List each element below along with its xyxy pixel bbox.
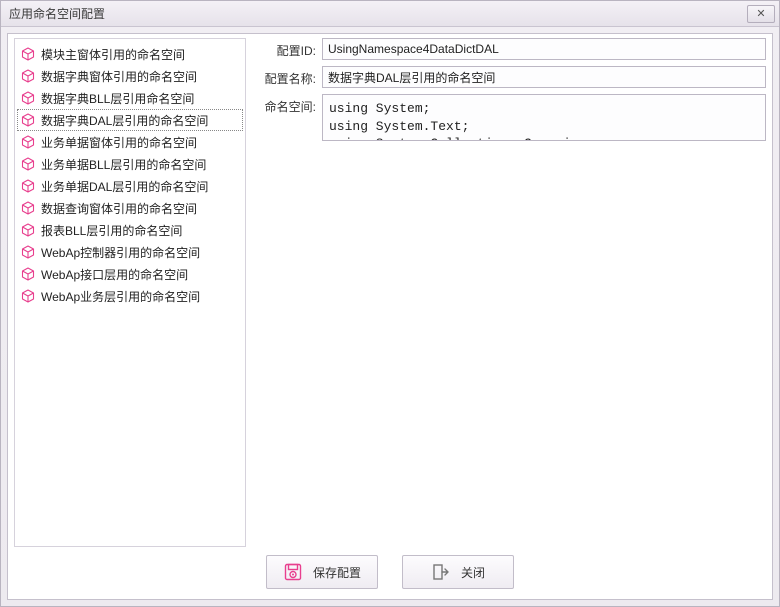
- exit-icon: [431, 562, 451, 582]
- namespace-list[interactable]: 模块主窗体引用的命名空间数据字典窗体引用的命名空间数据字典BLL层引用命名空间数…: [14, 38, 246, 547]
- row-config-id: 配置ID:: [256, 38, 766, 60]
- list-item[interactable]: 业务单据窗体引用的命名空间: [17, 131, 243, 153]
- cube-icon: [21, 113, 35, 127]
- label-namespace: 命名空间:: [256, 94, 316, 115]
- list-item[interactable]: WebAp控制器引用的命名空间: [17, 241, 243, 263]
- list-item-label: 数据字典窗体引用的命名空间: [41, 68, 197, 85]
- list-item-label: 业务单据窗体引用的命名空间: [41, 134, 197, 151]
- window-close-button[interactable]: ✕: [747, 5, 775, 23]
- list-item-label: WebAp业务层引用的命名空间: [41, 288, 200, 305]
- row-namespace: 命名空间:: [256, 94, 766, 547]
- list-item[interactable]: 数据查询窗体引用的命名空间: [17, 197, 243, 219]
- titlebar: 应用命名空间配置 ✕: [1, 1, 779, 27]
- cube-icon: [21, 91, 35, 105]
- list-item-label: 报表BLL层引用的命名空间: [41, 222, 182, 239]
- list-item-label: 业务单据BLL层引用的命名空间: [41, 156, 206, 173]
- label-config-id: 配置ID:: [256, 38, 316, 59]
- save-icon: [283, 562, 303, 582]
- list-item-label: WebAp控制器引用的命名空间: [41, 244, 200, 261]
- cube-icon: [21, 289, 35, 303]
- cube-icon: [21, 201, 35, 215]
- detail-form: 配置ID: 配置名称: 命名空间:: [256, 38, 766, 547]
- label-config-name: 配置名称:: [256, 66, 316, 87]
- button-bar: 保存配置 关闭: [14, 547, 766, 593]
- cube-icon: [21, 69, 35, 83]
- list-item[interactable]: 数据字典DAL层引用的命名空间: [17, 109, 243, 131]
- list-item[interactable]: 业务单据DAL层引用的命名空间: [17, 175, 243, 197]
- cube-icon: [21, 267, 35, 281]
- list-item-label: 数据字典DAL层引用的命名空间: [41, 112, 208, 129]
- list-item-label: 数据字典BLL层引用命名空间: [41, 90, 194, 107]
- list-item[interactable]: 数据字典BLL层引用命名空间: [17, 87, 243, 109]
- dialog-window: 应用命名空间配置 ✕ 模块主窗体引用的命名空间数据字典窗体引用的命名空间数据字典…: [0, 0, 780, 607]
- window-title: 应用命名空间配置: [9, 5, 747, 22]
- cube-icon: [21, 223, 35, 237]
- save-button[interactable]: 保存配置: [266, 555, 378, 589]
- list-item-label: 数据查询窗体引用的命名空间: [41, 200, 197, 217]
- close-icon: ✕: [756, 7, 765, 20]
- textarea-namespace[interactable]: [322, 94, 766, 141]
- save-button-label: 保存配置: [313, 564, 361, 581]
- list-item[interactable]: 模块主窗体引用的命名空间: [17, 43, 243, 65]
- input-config-name[interactable]: [322, 66, 766, 88]
- cube-icon: [21, 157, 35, 171]
- list-item[interactable]: 业务单据BLL层引用的命名空间: [17, 153, 243, 175]
- dialog-body: 模块主窗体引用的命名空间数据字典窗体引用的命名空间数据字典BLL层引用命名空间数…: [1, 27, 779, 606]
- cube-icon: [21, 47, 35, 61]
- row-config-name: 配置名称:: [256, 66, 766, 88]
- list-item[interactable]: 报表BLL层引用的命名空间: [17, 219, 243, 241]
- columns: 模块主窗体引用的命名空间数据字典窗体引用的命名空间数据字典BLL层引用命名空间数…: [14, 38, 766, 547]
- list-item[interactable]: 数据字典窗体引用的命名空间: [17, 65, 243, 87]
- cube-icon: [21, 135, 35, 149]
- list-item[interactable]: WebAp业务层引用的命名空间: [17, 285, 243, 307]
- list-item-label: 业务单据DAL层引用的命名空间: [41, 178, 208, 195]
- content-panel: 模块主窗体引用的命名空间数据字典窗体引用的命名空间数据字典BLL层引用命名空间数…: [7, 33, 773, 600]
- list-item[interactable]: WebAp接口层用的命名空间: [17, 263, 243, 285]
- list-item-label: 模块主窗体引用的命名空间: [41, 46, 185, 63]
- close-button[interactable]: 关闭: [402, 555, 514, 589]
- cube-icon: [21, 245, 35, 259]
- cube-icon: [21, 179, 35, 193]
- close-button-label: 关闭: [461, 564, 485, 581]
- list-item-label: WebAp接口层用的命名空间: [41, 266, 188, 283]
- input-config-id[interactable]: [322, 38, 766, 60]
